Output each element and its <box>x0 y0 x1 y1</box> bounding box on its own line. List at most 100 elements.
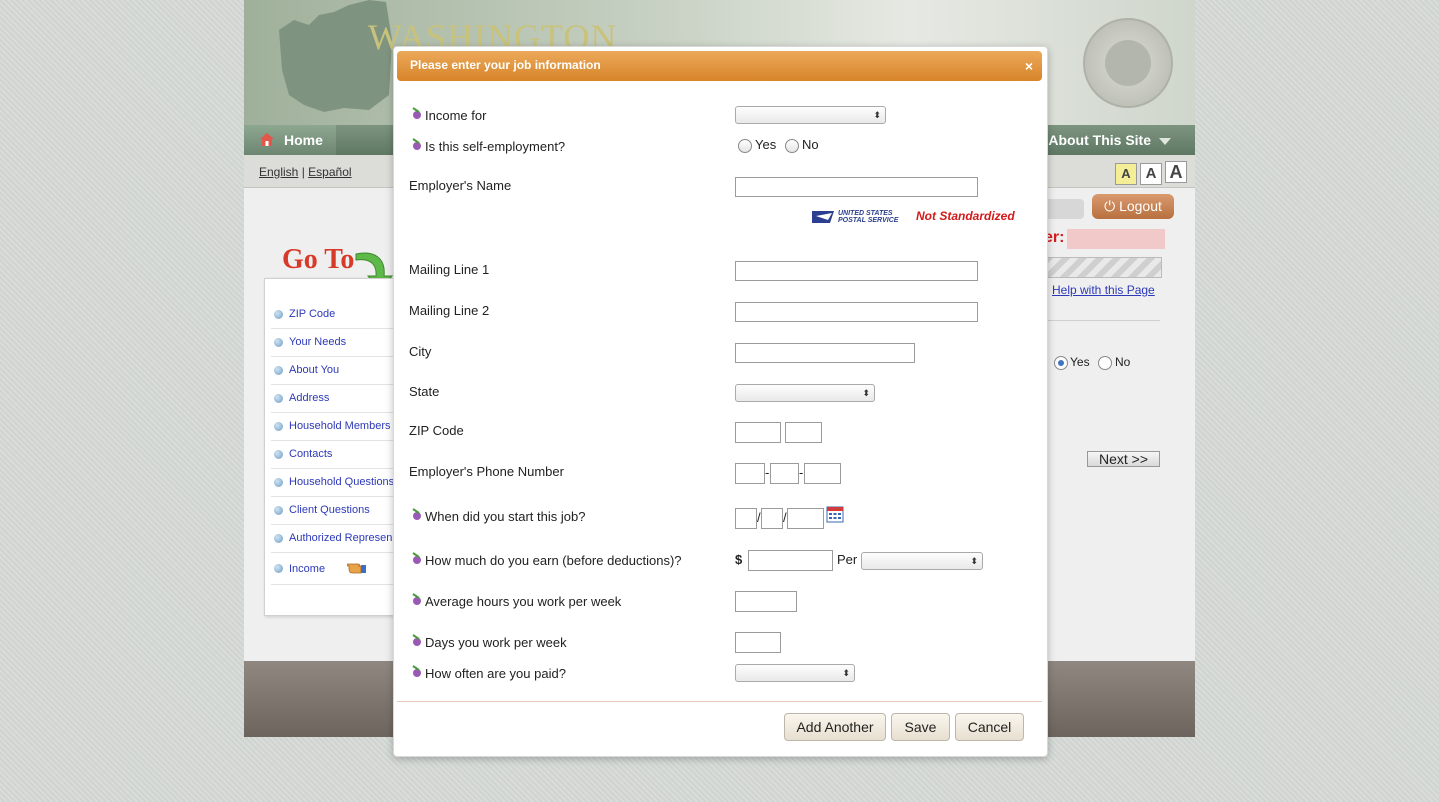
language-links: English | Español <box>259 165 352 179</box>
self-employment-no-label: No <box>802 137 819 152</box>
per-label: Per <box>837 552 858 567</box>
pay-frequency-label: How often are you paid? <box>425 666 566 681</box>
state-label: State <box>409 384 440 399</box>
days-per-week-input[interactable] <box>735 632 781 653</box>
sidebar-item-label: Income <box>289 563 326 575</box>
income-for-label: Income for <box>425 108 487 123</box>
required-icon <box>412 665 421 677</box>
employer-phone-label: Employer's Phone Number <box>409 464 564 479</box>
progress-bar <box>1044 257 1162 278</box>
font-size-small-button[interactable]: A <box>1115 163 1137 185</box>
bullet-icon <box>274 564 283 573</box>
power-icon: ⏻ <box>1104 198 1120 214</box>
required-icon <box>412 634 421 646</box>
start-year-input[interactable] <box>787 508 824 529</box>
earnings-amount-input[interactable] <box>748 550 833 571</box>
background-no-radio[interactable] <box>1098 356 1112 370</box>
next-button[interactable]: Next >> <box>1087 451 1160 467</box>
phone-prefix-input[interactable] <box>770 463 799 484</box>
required-icon <box>412 138 421 150</box>
font-size-controls: AAA <box>1112 161 1187 185</box>
sidebar-item-label: Contacts <box>289 448 333 460</box>
phone-dash: - <box>765 465 770 480</box>
font-size-large-button[interactable]: A <box>1165 161 1187 183</box>
days-per-week-label: Days you work per week <box>425 635 567 650</box>
help-with-page-link[interactable]: Help with this Page <box>1052 283 1155 297</box>
background-yes-radio[interactable] <box>1054 356 1068 370</box>
mailing-line-1-label: Mailing Line 1 <box>409 262 490 277</box>
required-icon <box>412 107 421 119</box>
earnings-period-select[interactable] <box>861 552 983 570</box>
self-employment-yes-radio[interactable] <box>738 139 752 153</box>
required-icon <box>412 508 421 520</box>
sidebar-item-label: Your Needs <box>289 336 347 348</box>
background-no-label: No <box>1115 355 1131 369</box>
employer-name-label: Employer's Name <box>409 178 512 193</box>
phone-dash: - <box>799 465 804 480</box>
sidebar-item-label: ZIP Code <box>289 308 336 320</box>
lang-separator: | <box>301 165 305 179</box>
income-for-select[interactable] <box>735 106 886 124</box>
sidebar-item-label: Household Members <box>289 420 391 432</box>
average-hours-input[interactable] <box>735 591 797 612</box>
sidebar-item-label: Authorized Represen <box>289 532 393 544</box>
phone-line-input[interactable] <box>804 463 841 484</box>
dialog-divider <box>397 701 1042 702</box>
home-tab[interactable]: Home <box>244 125 336 155</box>
usps-logo-icon: UNITED STATES POSTAL SERVICE <box>812 210 899 224</box>
bullet-icon <box>274 478 283 487</box>
save-button[interactable]: Save <box>891 713 950 741</box>
dialog-header: Please enter your job information × <box>397 51 1042 81</box>
phone-area-code-input[interactable] <box>735 463 765 484</box>
job-info-dialog: Please enter your job information × Inco… <box>393 46 1048 757</box>
house-icon <box>260 133 274 146</box>
self-employment-no-radio[interactable] <box>785 139 799 153</box>
average-hours-label: Average hours you work per week <box>425 594 622 609</box>
home-label: Home <box>284 132 323 148</box>
divider <box>1044 320 1160 321</box>
font-size-medium-button[interactable]: A <box>1140 163 1162 185</box>
logout-button[interactable]: ⏻ Logout <box>1092 194 1174 219</box>
bullet-icon <box>274 394 283 403</box>
employer-name-input[interactable] <box>735 177 978 197</box>
required-icon <box>412 552 421 564</box>
required-icon <box>412 593 421 605</box>
mailing-line-2-input[interactable] <box>735 302 978 322</box>
sidebar-item-label: About You <box>289 364 340 376</box>
background-yes-label: Yes <box>1070 355 1090 369</box>
self-employment-yes-label: Yes <box>755 137 777 152</box>
pay-frequency-select[interactable] <box>735 664 855 682</box>
usps-line2: POSTAL SERVICE <box>838 217 899 224</box>
zip-extension-input[interactable] <box>785 422 822 443</box>
start-day-input[interactable] <box>761 508 783 529</box>
about-this-site-menu[interactable]: About This Site <box>1034 125 1171 155</box>
logout-label: Logout <box>1119 198 1162 214</box>
dollar-sign: $ <box>735 552 743 567</box>
state-select[interactable] <box>735 384 875 402</box>
english-link[interactable]: English <box>259 165 298 179</box>
bullet-icon <box>274 366 283 375</box>
close-icon[interactable]: × <box>1025 58 1033 74</box>
cancel-button[interactable]: Cancel <box>955 713 1024 741</box>
calendar-icon[interactable] <box>826 505 844 523</box>
redacted-value <box>1067 229 1165 249</box>
city-input[interactable] <box>735 343 915 363</box>
bullet-icon <box>274 422 283 431</box>
start-month-input[interactable] <box>735 508 757 529</box>
espanol-link[interactable]: Español <box>308 165 351 179</box>
city-label: City <box>409 344 432 359</box>
add-another-button[interactable]: Add Another <box>784 713 886 741</box>
chevron-down-icon <box>1159 137 1171 145</box>
about-label: About This Site <box>1048 132 1151 148</box>
mailing-line-1-input[interactable] <box>735 261 978 281</box>
bullet-icon <box>274 338 283 347</box>
sidebar-item-label: Address <box>289 392 330 404</box>
dialog-title: Please enter your job information <box>410 58 601 72</box>
usps-line1: UNITED STATES <box>838 210 893 217</box>
redacted-username <box>1044 199 1084 219</box>
bullet-icon <box>274 310 283 319</box>
zip-code-label: ZIP Code <box>409 423 464 438</box>
bullet-icon <box>274 506 283 515</box>
pointing-hand-icon <box>347 563 366 574</box>
zip-code-input[interactable] <box>735 422 781 443</box>
